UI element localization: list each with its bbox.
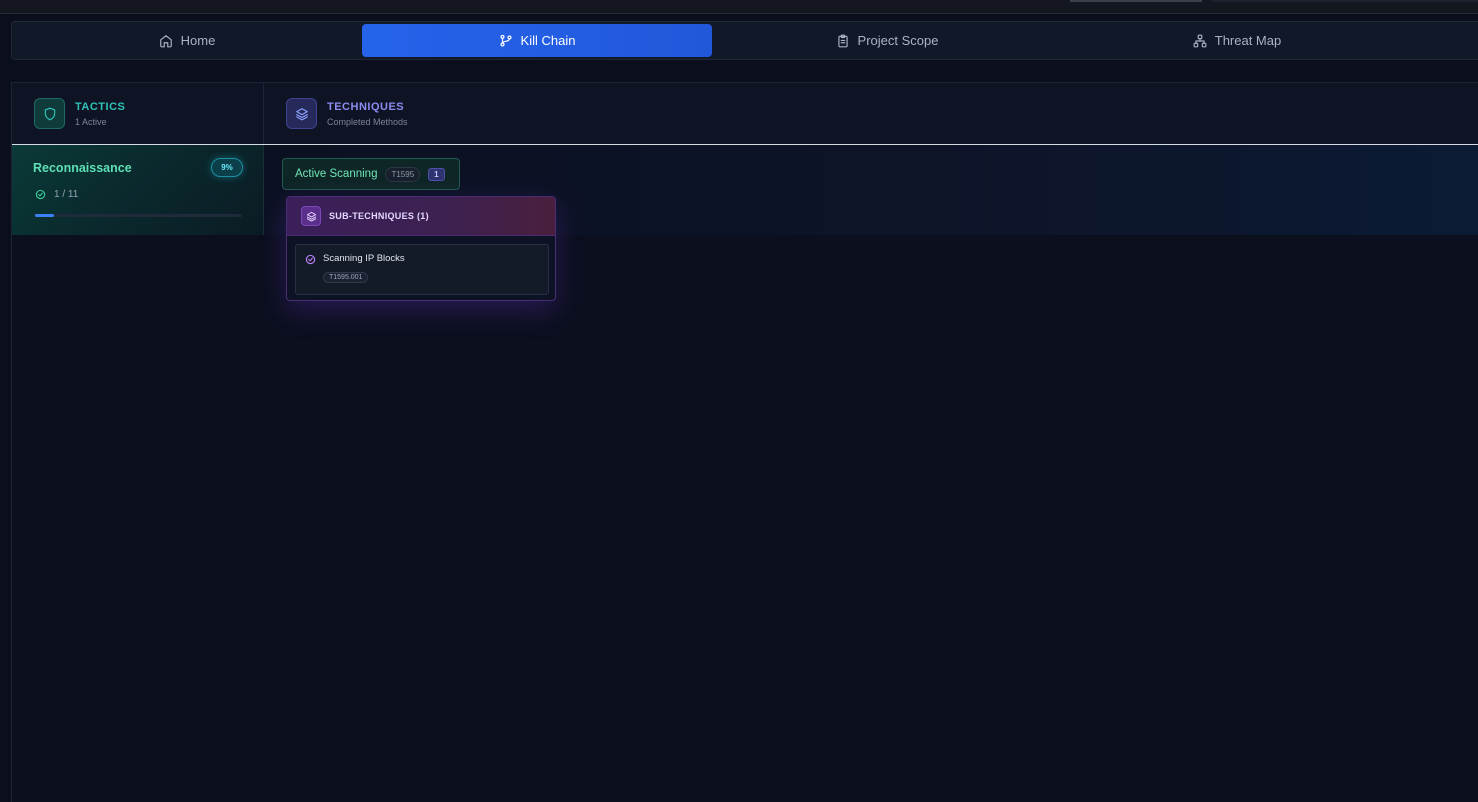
kill-chain-panel: TACTICS 1 Active TECHNIQUES Completed Me…	[11, 82, 1478, 802]
sub-techniques-popover: SUB-TECHNIQUES (1) Scanning IP Blocks T1…	[286, 196, 556, 301]
sub-technique-name: Scanning IP Blocks	[323, 253, 405, 264]
git-branch-icon	[499, 34, 512, 47]
check-circle-icon	[35, 189, 46, 200]
tactic-card-reconnaissance[interactable]: Reconnaissance 9% 1 / 11	[12, 145, 264, 235]
tactic-percent-badge: 9%	[211, 158, 243, 177]
clipboard-icon	[837, 34, 848, 47]
tab-threat-map[interactable]: Threat Map	[1062, 24, 1412, 57]
tactic-name: Reconnaissance	[33, 161, 132, 175]
techniques-icon-box	[286, 98, 317, 129]
techniques-title: TECHNIQUES	[327, 100, 405, 113]
top-strip-control	[1070, 0, 1202, 2]
tactic-progress-fill	[35, 214, 54, 217]
tactic-progress-bar	[35, 214, 242, 217]
tab-kill-chain[interactable]: Kill Chain	[362, 24, 712, 57]
tactics-subtitle: 1 Active	[75, 116, 107, 127]
home-icon	[159, 34, 172, 47]
tab-project-scope-label: Project Scope	[857, 33, 939, 48]
layers-icon	[306, 211, 316, 222]
top-strip-control-2	[1212, 0, 1478, 2]
tactics-column-header: TACTICS 1 Active	[12, 83, 264, 144]
tab-kill-chain-label: Kill Chain	[520, 33, 576, 48]
tactic-count: 1 / 11	[35, 189, 78, 200]
technique-subcount-badge: 1	[428, 167, 445, 181]
techniques-column-header: TECHNIQUES Completed Methods	[264, 83, 1478, 144]
window-top-strip	[0, 0, 1478, 14]
check-circle-icon	[305, 254, 316, 265]
tab-threat-map-label: Threat Map	[1214, 33, 1282, 48]
tab-home[interactable]: Home	[12, 24, 362, 57]
tab-home-label: Home	[180, 33, 216, 48]
main-tab-bar: Home Kill Chain Project Scope Threat Map	[11, 21, 1478, 60]
sub-techniques-header: SUB-TECHNIQUES (1)	[287, 197, 555, 236]
technique-chip-active-scanning[interactable]: Active Scanning T1595 1	[282, 158, 460, 190]
tactics-title: TACTICS	[75, 100, 126, 113]
tab-project-scope[interactable]: Project Scope	[712, 24, 1062, 57]
layers-icon	[295, 107, 308, 120]
sub-techniques-icon-box	[301, 206, 321, 226]
techniques-subtitle: Completed Methods	[327, 116, 408, 127]
sub-technique-code: T1595.001	[323, 272, 369, 283]
tactic-row: Reconnaissance 9% 1 / 11 Active Scanning…	[12, 145, 1478, 235]
technique-code: T1595	[385, 166, 421, 182]
tactics-icon-box	[34, 98, 65, 129]
sub-technique-item[interactable]: Scanning IP Blocks T1595.001	[295, 244, 549, 295]
tactic-count-label: 1 / 11	[54, 189, 79, 200]
sub-techniques-title: SUB-TECHNIQUES (1)	[329, 211, 429, 221]
network-icon	[1193, 34, 1207, 47]
technique-name: Active Scanning	[295, 168, 378, 180]
shield-icon	[44, 107, 55, 120]
